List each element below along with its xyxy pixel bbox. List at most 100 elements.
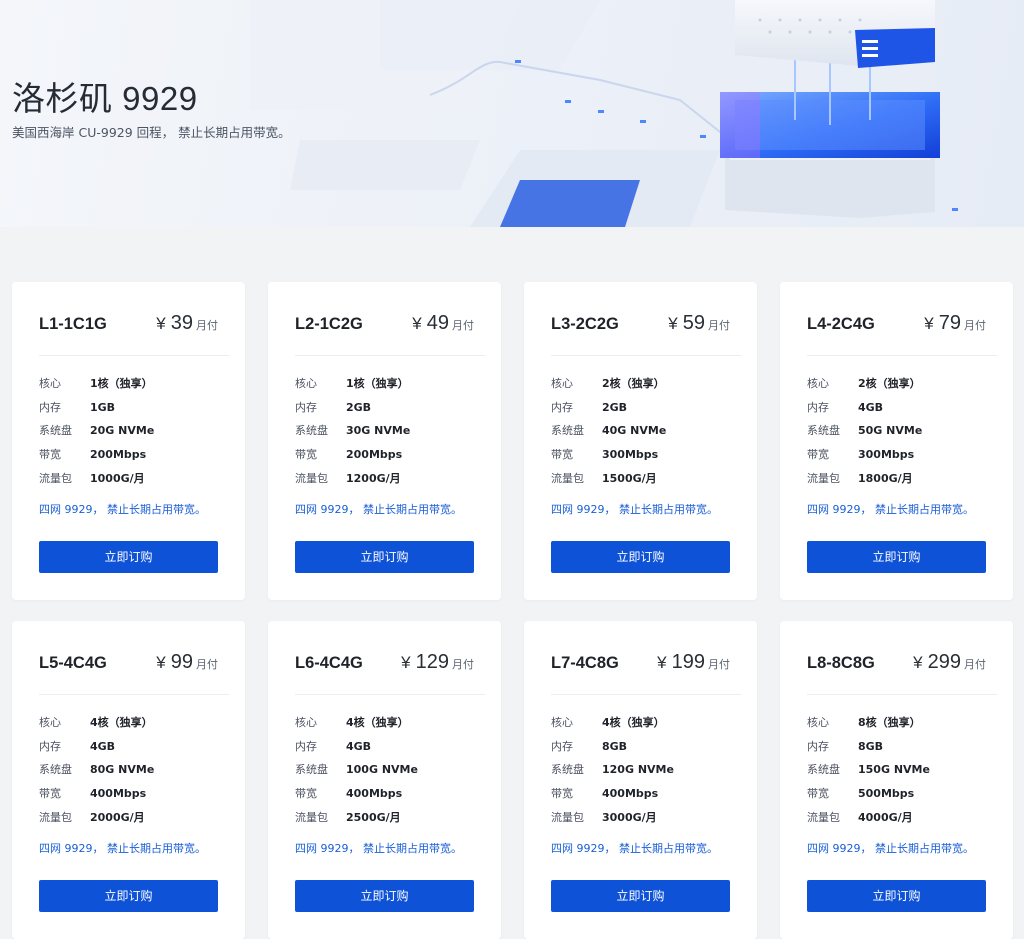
page-subtitle: 美国西海岸 CU-9929 回程， 禁止长期占用带宽。 [12,125,291,140]
billing-period: 月付 [708,658,730,671]
spec-label: 系统盘 [295,424,328,438]
billing-period: 月付 [196,658,218,671]
spec-label: 系统盘 [551,424,584,438]
billing-period: 月付 [964,658,986,671]
price-amount: 299 [927,651,961,673]
plan-card: L8-8C8G ¥ 299 月付 核心 8核（独享） 内存 8GB 系统盘 150G N… [780,621,1013,939]
spec-value: 20G NVMe [90,424,155,438]
spec-label: 内存 [551,400,573,414]
spec-list: 核心 2核（独享） 内存 2GB 系统盘 40G NVMe 带宽 300Mbps 流量包… [551,376,741,494]
spec-list: 核心 4核（独享） 内存 4GB 系统盘 80G NVMe 带宽 400Mbps 流量包… [39,715,229,833]
spec-row-cores: 核心 2核（独享） [551,376,741,400]
spec-value: 2核（独享） [602,377,665,390]
currency-symbol: ¥ [913,653,923,672]
spec-list: 核心 4核（独享） 内存 4GB 系统盘 100G NVMe 带宽 400Mbps 流量… [295,715,485,833]
spec-row-memory: 内存 4GB [295,739,485,763]
spec-label: 流量包 [295,471,328,485]
plan-price: ¥ 99 月付 [156,651,218,674]
order-button[interactable]: 立即订购 [295,880,474,912]
spec-row-disk: 系统盘 30G NVMe [295,423,485,447]
spec-label: 流量包 [551,810,584,824]
spec-label: 流量包 [39,471,72,485]
spec-value: 400Mbps [90,787,147,801]
plan-name: L2-1C2G [295,315,363,333]
order-button[interactable]: 立即订购 [551,541,730,573]
spec-label: 核心 [39,716,61,729]
plan-price: ¥ 199 月付 [657,651,730,674]
plan-note: 四网 9929， 禁止长期占用带宽。 [551,503,718,516]
price-amount: 49 [426,312,449,334]
spec-row-bandwidth: 带宽 200Mbps [295,447,485,471]
divider [39,355,229,356]
spec-row-bandwidth: 带宽 200Mbps [39,447,229,471]
plan-name: L5-4C4G [39,654,107,672]
plan-note: 四网 9929， 禁止长期占用带宽。 [807,503,974,516]
spec-row-bandwidth: 带宽 300Mbps [551,447,741,471]
spec-value: 1800G/月 [858,471,913,485]
plan-price: ¥ 79 月付 [924,312,986,335]
divider [807,355,997,356]
spec-label: 带宽 [39,448,61,462]
spec-label: 流量包 [807,810,840,824]
spec-value: 1核（独享） [346,377,409,390]
spec-value: 1核（独享） [90,377,153,390]
order-button[interactable]: 立即订购 [39,541,218,573]
price-amount: 79 [938,312,961,334]
spec-row-disk: 系统盘 120G NVMe [551,762,741,786]
plan-header: L4-2C4G ¥ 79 月付 [807,312,986,342]
spec-label: 核心 [295,716,317,729]
spec-value: 400Mbps [346,787,403,801]
hero-banner: 洛杉矶 9929 美国西海岸 CU-9929 回程， 禁止长期占用带宽。 [0,0,1024,227]
order-button[interactable]: 立即订购 [39,880,218,912]
spec-label: 内存 [39,400,61,414]
spec-row-disk: 系统盘 40G NVMe [551,423,741,447]
divider [295,355,485,356]
plan-name: L8-8C8G [807,654,875,672]
spec-row-traffic: 流量包 3000G/月 [551,810,741,834]
spec-label: 核心 [807,377,829,390]
spec-label: 核心 [551,377,573,390]
divider [295,694,485,695]
spec-row-disk: 系统盘 80G NVMe [39,762,229,786]
spec-value: 4GB [90,739,116,753]
spec-row-disk: 系统盘 100G NVMe [295,762,485,786]
spec-row-bandwidth: 带宽 400Mbps [295,786,485,810]
spec-value: 1500G/月 [602,471,657,485]
price-amount: 59 [682,312,705,334]
spec-value: 150G NVMe [858,763,930,777]
spec-value: 100G NVMe [346,763,418,777]
price-amount: 99 [170,651,193,673]
plan-card: L2-1C2G ¥ 49 月付 核心 1核（独享） 内存 2GB 系统盘 30G NVM… [268,282,501,600]
spec-row-cores: 核心 8核（独享） [807,715,997,739]
order-button[interactable]: 立即订购 [807,880,986,912]
spec-label: 内存 [551,739,573,753]
billing-period: 月付 [452,658,474,671]
price-amount: 129 [415,651,449,673]
spec-value: 500Mbps [858,787,915,801]
spec-row-traffic: 流量包 1800G/月 [807,471,997,495]
order-button[interactable]: 立即订购 [551,880,730,912]
spec-value: 400Mbps [602,787,659,801]
billing-period: 月付 [196,319,218,332]
spec-value: 200Mbps [90,448,147,462]
order-button[interactable]: 立即订购 [295,541,474,573]
spec-value: 30G NVMe [346,424,411,438]
plan-card: L6-4C4G ¥ 129 月付 核心 4核（独享） 内存 4GB 系统盘 100G N… [268,621,501,939]
spec-label: 流量包 [807,471,840,485]
plan-name: L7-4C8G [551,654,619,672]
plan-name: L3-2C2G [551,315,619,333]
plan-header: L8-8C8G ¥ 299 月付 [807,651,986,681]
spec-label: 带宽 [807,448,829,462]
plan-price: ¥ 59 月付 [668,312,730,335]
spec-label: 系统盘 [551,763,584,777]
spec-label: 带宽 [39,787,61,801]
plan-name: L1-1C1G [39,315,107,333]
currency-symbol: ¥ [156,314,166,333]
spec-row-bandwidth: 带宽 300Mbps [807,447,997,471]
spec-value: 300Mbps [858,448,915,462]
spec-label: 流量包 [551,471,584,485]
spec-label: 带宽 [551,787,573,801]
order-button[interactable]: 立即订购 [807,541,986,573]
spec-row-memory: 内存 1GB [39,400,229,424]
plan-price: ¥ 39 月付 [156,312,218,335]
